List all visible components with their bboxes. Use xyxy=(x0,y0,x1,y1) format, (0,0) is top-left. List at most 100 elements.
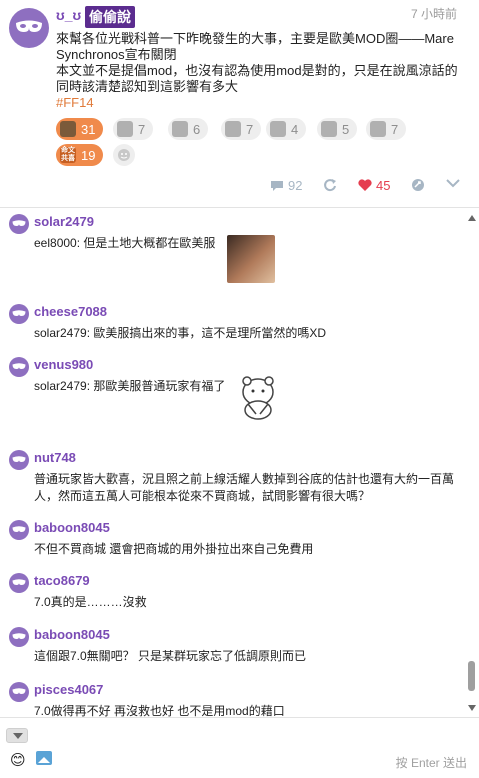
reaction-count: 7 xyxy=(391,121,399,137)
like-count-value: 45 xyxy=(376,178,391,193)
mask-icon xyxy=(12,579,26,585)
comment-input[interactable] xyxy=(30,725,472,747)
comment-text: 7.0做得再不好 再沒救也好 也不是用mod的藉口 xyxy=(34,704,285,717)
post-stats: 92 45 xyxy=(0,178,479,200)
add-reaction-button[interactable] xyxy=(113,144,135,166)
emoji-icon[interactable]: 😊 xyxy=(10,751,26,769)
mask-icon xyxy=(16,20,42,32)
reaction-chip[interactable]: 7 xyxy=(113,118,154,140)
reaction-avatar-icon xyxy=(172,121,188,137)
scroll-up-icon[interactable] xyxy=(468,215,476,221)
comment-list[interactable]: solar2479 eel8000: 但是土地大概都在歐美服 cheese708… xyxy=(0,209,479,717)
comment-item: baboon8045 不但不買商城 還會把商城的用外掛拉出來自己免費用 xyxy=(0,515,462,567)
commenter-name[interactable]: baboon8045 xyxy=(34,627,110,642)
commenter-name[interactable]: solar2479 xyxy=(34,214,94,229)
comment-item: solar2479 eel8000: 但是土地大概都在歐美服 xyxy=(0,209,462,299)
commenter-name[interactable]: venus980 xyxy=(34,357,93,372)
reaction-chip[interactable]: 31 xyxy=(56,118,104,140)
post-body: 來幫各位光戰科普一下昨晚發生的大事，主要是歐美MOD圈——Mare Synchr… xyxy=(56,31,474,111)
comment-item: cheese7088 solar2479: 歐美服搞出來的事，這不是理所當然的嗎… xyxy=(0,299,462,351)
post-line: Synchronos宣布關閉 xyxy=(56,47,177,62)
comment-scrollbar[interactable] xyxy=(466,209,477,717)
reaction-chip[interactable]: 4 xyxy=(266,118,307,140)
mask-icon xyxy=(12,526,26,532)
reaction-count: 6 xyxy=(193,121,201,137)
follow-button[interactable] xyxy=(411,178,429,192)
bear-sticker-icon[interactable] xyxy=(236,374,280,420)
refresh-icon xyxy=(324,179,336,192)
mask-icon xyxy=(12,633,26,639)
reaction-avatar-icon xyxy=(370,121,386,137)
post-line: 本文並不是提倡mod，也沒有認為使用mod是對的，只是在說風涼話的 xyxy=(56,63,458,78)
comment-text: 7.0真的是………沒救 xyxy=(34,595,147,609)
reaction-count: 19 xyxy=(81,147,96,163)
collapse-button[interactable] xyxy=(6,728,28,743)
add-emoji-icon xyxy=(118,149,130,161)
commenter-name[interactable]: taco8679 xyxy=(34,573,90,588)
reaction-count: 5 xyxy=(342,121,350,137)
reaction-avatar-icon xyxy=(321,121,337,137)
post-card: ʊ_ʊ 偷偷說 7 小時前 來幫各位光戰科普一下昨晚發生的大事，主要是歐美MOD… xyxy=(0,0,479,208)
like-button[interactable]: 45 xyxy=(358,178,390,193)
reaction-chip[interactable]: 命文 共喜 19 xyxy=(56,144,104,166)
reaction-word-icon: 命文 共喜 xyxy=(60,147,76,163)
commenter-name[interactable]: pisces4067 xyxy=(34,682,103,697)
comment-item: nut748 普通玩家皆大歡喜，況且照之前上線活耀人數掉到谷底的估計也還有大約一… xyxy=(0,445,462,515)
commenter-name[interactable]: nut748 xyxy=(34,450,76,465)
commenter-avatar[interactable] xyxy=(9,304,29,324)
commenter-avatar[interactable] xyxy=(9,450,29,470)
board-tag[interactable]: 偷偷說 xyxy=(85,6,135,28)
hashtag-link[interactable]: #FF14 xyxy=(56,95,474,111)
mask-icon xyxy=(12,688,26,694)
reaction-avatar-icon xyxy=(225,121,241,137)
send-hint: 按 Enter 送出 xyxy=(395,756,467,770)
comment-item: venus980 solar2479: 那歐美服普通玩家有福了 xyxy=(0,352,462,444)
author-avatar[interactable] xyxy=(9,8,49,48)
commenter-name[interactable]: baboon8045 xyxy=(34,520,110,535)
comment-text: 這個跟7.0無關吧？ 只是某群玩家忘了低調原則而已 xyxy=(34,649,307,663)
post-time: 7 小時前 xyxy=(410,7,457,21)
comment-text: 不但不買商城 還會把商城的用外掛拉出來自己免費用 xyxy=(34,542,314,556)
mask-icon xyxy=(12,456,26,462)
post-line: 來幫各位光戰科普一下昨晚發生的大事，主要是歐美MOD圈——Mare xyxy=(56,31,454,46)
commenter-avatar[interactable] xyxy=(9,214,29,234)
reaction-chip[interactable]: 6 xyxy=(168,118,209,140)
mask-icon xyxy=(12,220,26,226)
comment-bubble-icon xyxy=(271,180,283,191)
commenter-avatar[interactable] xyxy=(9,573,29,593)
share-button[interactable] xyxy=(323,178,341,192)
bookmark-icon xyxy=(412,179,424,191)
commenter-name[interactable]: cheese7088 xyxy=(34,304,107,319)
reaction-chip[interactable]: 5 xyxy=(317,118,358,140)
mask-icon xyxy=(12,363,26,369)
mask-icon xyxy=(12,310,26,316)
commenter-avatar[interactable] xyxy=(9,682,29,702)
image-upload-icon[interactable] xyxy=(36,751,52,765)
reaction-chip[interactable]: 7 xyxy=(366,118,407,140)
reaction-count: 4 xyxy=(291,121,299,137)
reaction-avatar-icon xyxy=(117,121,133,137)
reaction-count: 7 xyxy=(246,121,254,137)
comment-text: 普通玩家皆大歡喜，況且照之前上線活耀人數掉到谷底的估計也還有大約一百萬人，然而這… xyxy=(34,472,455,503)
scroll-down-icon[interactable] xyxy=(468,705,476,711)
chevron-down-icon xyxy=(446,179,460,188)
comment-count[interactable]: 92 xyxy=(270,178,302,193)
commenter-avatar[interactable] xyxy=(9,357,29,377)
comment-item: taco8679 7.0真的是………沒救 xyxy=(0,568,462,622)
more-options-button[interactable] xyxy=(446,178,464,188)
comment-item: baboon8045 這個跟7.0無關吧？ 只是某群玩家忘了低調原則而已 xyxy=(0,622,462,676)
reaction-count: 7 xyxy=(138,121,146,137)
commenter-avatar[interactable] xyxy=(9,627,29,647)
reaction-avatar-icon xyxy=(60,121,76,137)
heart-icon xyxy=(358,179,372,191)
commenter-avatar[interactable] xyxy=(9,520,29,540)
post-line: 同時該清楚認知到這影響有多大 xyxy=(56,79,239,94)
comment-composer: 😊 按 Enter 送出 xyxy=(0,717,479,778)
comment-image[interactable] xyxy=(227,235,275,283)
author-name[interactable]: ʊ_ʊ xyxy=(56,7,81,23)
comment-count-value: 92 xyxy=(288,178,303,193)
scroll-thumb[interactable] xyxy=(468,661,475,691)
comment-text: solar2479: 歐美服搞出來的事，這不是理所當然的嗎XD xyxy=(34,326,327,340)
reaction-chip[interactable]: 7 xyxy=(221,118,262,140)
comment-item: pisces4067 7.0做得再不好 再沒救也好 也不是用mod的藉口 xyxy=(0,677,462,717)
